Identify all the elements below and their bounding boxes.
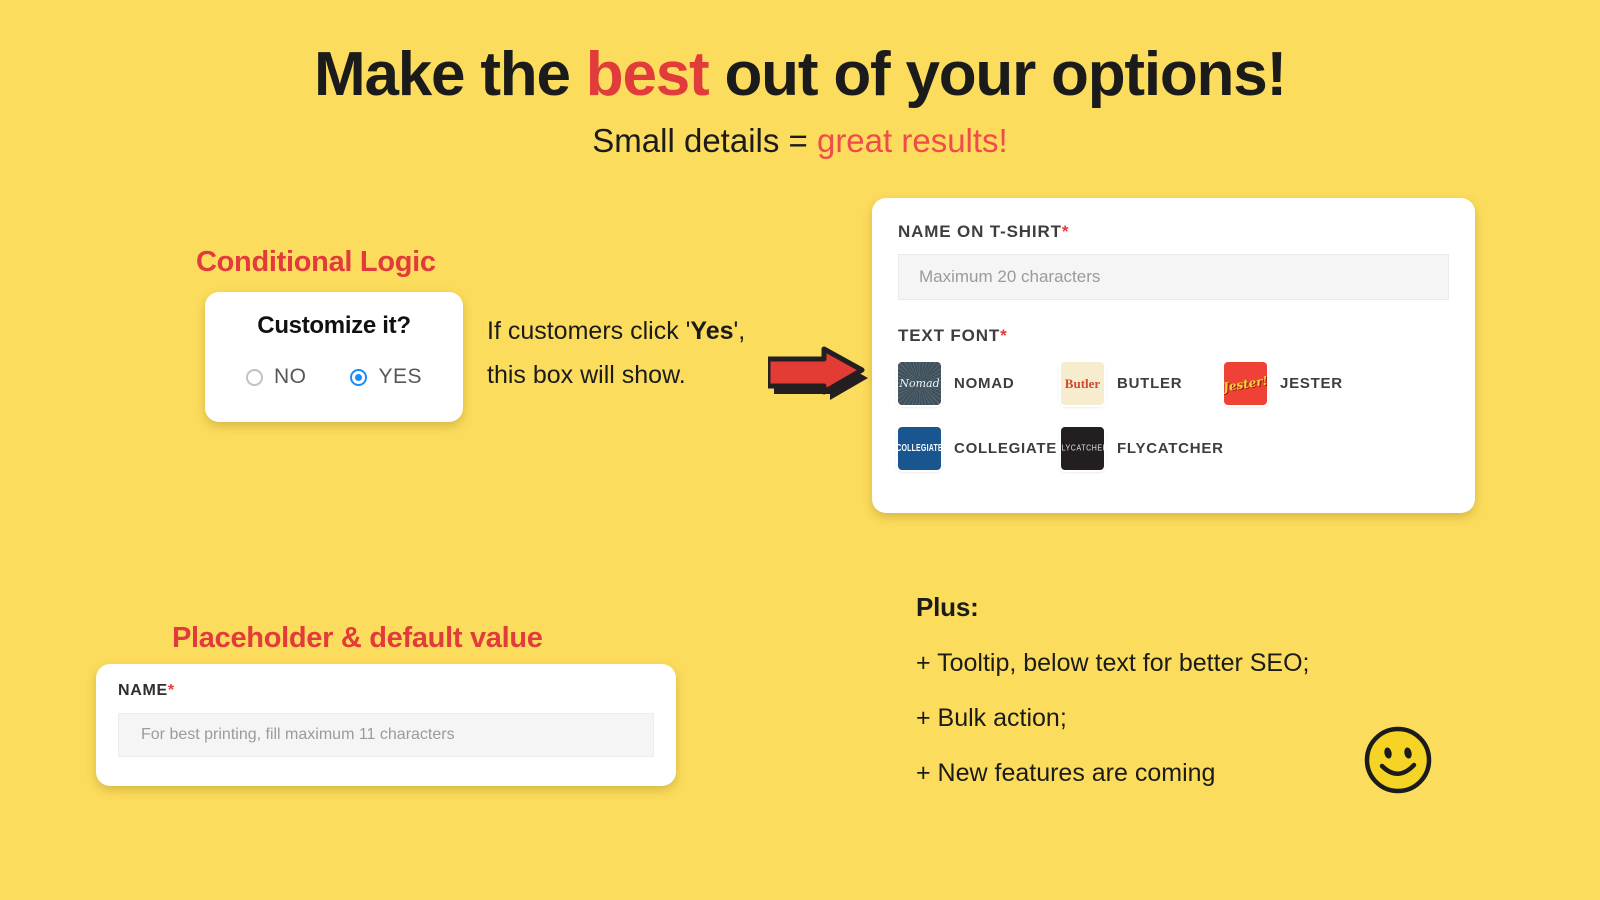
text-font-option-grid: Nomad NOMAD Butler BUTLER Jester! JESTER… (898, 362, 1449, 470)
name-on-tshirt-placeholder: Maximum 20 characters (919, 267, 1101, 286)
name-field-card: NAME* For best printing, fill maximum 11… (96, 664, 676, 786)
font-option-collegiate[interactable]: COLLEGIATE COLLEGIATE (898, 427, 1061, 470)
radio-label-no: NO (273, 365, 307, 388)
radio-option-yes[interactable]: YES (350, 365, 422, 389)
name-field-input[interactable]: For best printing, fill maximum 11 chara… (118, 713, 654, 757)
headline-part-1: Make the (314, 40, 586, 109)
font-swatch-butler-text: Butler (1064, 376, 1101, 391)
name-field-placeholder: For best printing, fill maximum 11 chara… (141, 726, 455, 743)
explanation-yes-emphasis: Yes (690, 317, 734, 345)
font-option-nomad[interactable]: Nomad NOMAD (898, 362, 1061, 405)
required-asterisk-icon: * (167, 682, 175, 699)
explanation-line-1-b: ', (733, 317, 746, 345)
font-option-jester[interactable]: Jester! JESTER (1224, 362, 1387, 405)
headline-accent: best (585, 40, 710, 109)
explanation-line-2: this box will show. (487, 360, 686, 389)
arrow-right-icon (768, 346, 868, 400)
customize-question-card: Customize it? NO YES (205, 292, 463, 422)
font-swatch-nomad-icon[interactable]: Nomad (898, 362, 941, 405)
poster-canvas: Make the best out of your options! Small… (0, 0, 1600, 900)
font-option-label-collegiate: COLLEGIATE (954, 440, 1058, 457)
required-asterisk-icon: * (1061, 222, 1070, 241)
radio-circle-icon[interactable] (245, 368, 263, 386)
subtitle-accent: great results! (816, 122, 1008, 159)
font-option-butler[interactable]: Butler BUTLER (1061, 362, 1224, 405)
name-on-tshirt-input[interactable]: Maximum 20 characters (898, 254, 1449, 300)
name-on-tshirt-label-text: NAME ON T-SHIRT (898, 222, 1062, 241)
explanation-line-1: If customers click 'Yes', (487, 310, 745, 354)
caption-conditional-logic: Conditional Logic (196, 246, 436, 278)
text-font-label: TEXT FONT* (898, 326, 1449, 346)
name-field-label-text: NAME (118, 682, 168, 699)
radio-label-yes: YES (378, 365, 423, 388)
plus-list-item: + Tooltip, below text for better SEO; (916, 649, 1310, 677)
font-swatch-nomad-text: Nomad (899, 377, 940, 390)
font-option-label-nomad: NOMAD (954, 375, 1015, 392)
tshirt-options-form-card: NAME ON T-SHIRT* Maximum 20 characters T… (872, 198, 1475, 513)
subtitle-part-1: Small details = (592, 122, 817, 159)
customize-radio-group: NO YES (205, 365, 463, 389)
page-subtitle: Small details = great results! (0, 122, 1600, 159)
explanation-line-1-a: If customers click ' (487, 317, 691, 345)
font-swatch-flycatcher-icon[interactable]: FLYCATCHER (1061, 427, 1104, 470)
font-swatch-flycatcher-text: FLYCATCHER (1061, 444, 1104, 453)
name-on-tshirt-label: NAME ON T-SHIRT* (898, 222, 1449, 242)
radio-option-no[interactable]: NO (245, 365, 307, 389)
customize-question-label: Customize it? (257, 312, 411, 339)
name-field-label: NAME* (118, 682, 654, 700)
font-option-label-jester: JESTER (1280, 375, 1343, 392)
page-title: Make the best out of your options! (0, 42, 1600, 107)
headline-part-2: out of your options! (708, 40, 1288, 109)
plus-list-title: Plus: (916, 592, 979, 622)
font-swatch-collegiate-icon[interactable]: COLLEGIATE (898, 427, 941, 470)
smiley-face-icon (1364, 726, 1432, 794)
font-option-label-butler: BUTLER (1117, 375, 1183, 392)
font-swatch-jester-icon[interactable]: Jester! (1224, 362, 1267, 405)
conditional-logic-explanation: If customers click 'Yes', this box will … (487, 310, 745, 398)
required-asterisk-icon: * (1000, 326, 1008, 345)
text-font-label-text: TEXT FONT (898, 326, 1001, 345)
font-swatch-jester-text: Jester! (1224, 373, 1267, 394)
radio-circle-selected-icon[interactable] (350, 368, 368, 386)
caption-placeholder-default-value: Placeholder & default value (172, 622, 543, 654)
font-option-flycatcher[interactable]: FLYCATCHER FLYCATCHER (1061, 427, 1224, 470)
font-option-label-flycatcher: FLYCATCHER (1117, 440, 1224, 457)
font-swatch-butler-icon[interactable]: Butler (1061, 362, 1104, 405)
font-swatch-collegiate-text: COLLEGIATE (898, 443, 941, 454)
